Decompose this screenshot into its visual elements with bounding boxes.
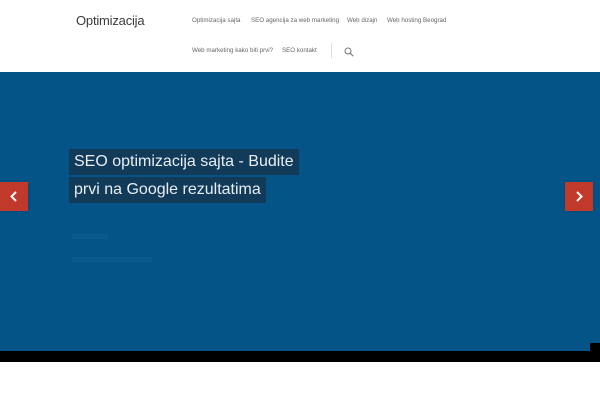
slide-caption-line-2: prvi na Google rezultatima <box>69 177 266 203</box>
chevron-left-icon <box>10 191 17 202</box>
slide-caption-line-1: SEO optimizacija sajta - Budite <box>69 149 299 175</box>
nav-item-seo-kontakt[interactable]: SEO kontakt <box>282 47 317 54</box>
hero-slider <box>0 72 600 351</box>
slide-faint-line <box>72 257 152 262</box>
nav-item-web-dizajn[interactable]: Web dizajn <box>347 17 378 24</box>
nav-item-web-marketing[interactable]: Web marketing kako biti prvi? <box>192 47 273 54</box>
slider-edge-block <box>590 343 600 351</box>
slider-bottom-bar <box>0 351 600 362</box>
site-header: Optimizacija Optimizacija sajta SEO agen… <box>0 0 600 72</box>
nav-item-web-hosting[interactable]: Web hosting Beograd <box>387 17 446 24</box>
nav-item-optimizacija-sajta[interactable]: Optimizacija sajta <box>192 17 241 24</box>
nav-item-seo-agencija[interactable]: SEO agencija za web marketing <box>251 17 339 24</box>
site-logo[interactable]: Optimizacija <box>76 13 145 28</box>
nav-divider <box>331 43 332 58</box>
slide-faint-line <box>72 234 108 239</box>
slider-next-button[interactable] <box>565 182 593 211</box>
chevron-right-icon <box>576 191 583 202</box>
slider-prev-button[interactable] <box>0 182 28 211</box>
search-icon[interactable] <box>344 44 354 57</box>
